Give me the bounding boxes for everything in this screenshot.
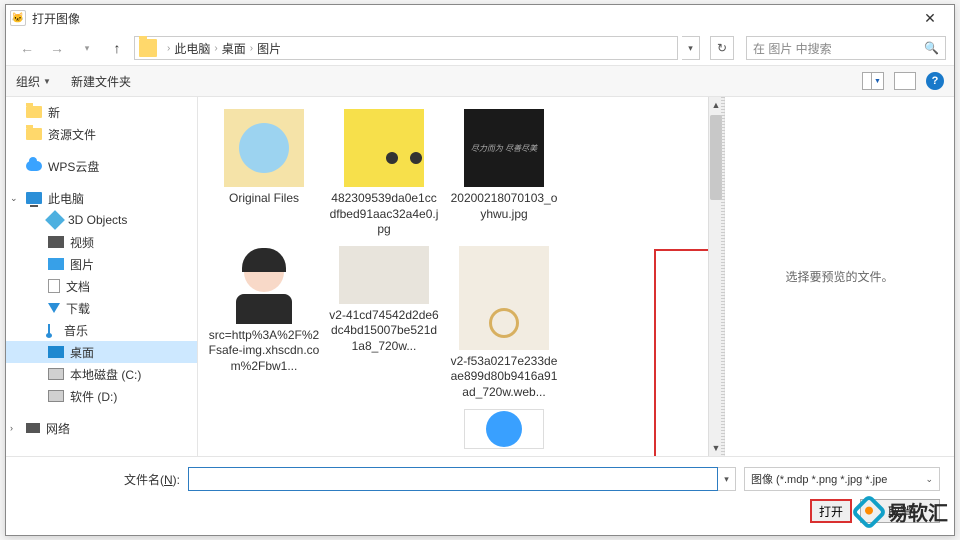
nav-row: ← → ▾ ↑ › 此电脑 › 桌面 › 图片 ▾ ↻ 在 图片 中搜索 🔍 [6, 31, 954, 65]
cloud-icon [26, 161, 42, 171]
new-folder-button[interactable]: 新建文件夹 [71, 73, 131, 90]
recent-dropdown-icon[interactable]: ▾ [74, 35, 100, 61]
tree-item-downloads[interactable]: 下载 [6, 297, 197, 319]
help-icon[interactable]: ? [926, 72, 944, 90]
tree-item-this-pc[interactable]: ⌄此电脑 [6, 187, 197, 209]
preview-pane: 选择要预览的文件。 [724, 97, 954, 456]
network-icon [26, 423, 40, 433]
file-item[interactable]: v2-41cd74542d2de6dc4bd15007be521d1a8_720… [324, 242, 444, 405]
file-item[interactable]: 尽力而为 尽善尽美 20200218070103_oyhwu.jpg [444, 105, 564, 242]
file-name: v2-f53a0217e233deae899d80b9416a91ad_720w… [448, 354, 560, 401]
folder-icon [26, 128, 42, 140]
file-item[interactable]: v2-f53a0217e233deae899d80b9416a91ad_720w… [444, 242, 564, 405]
toolbar: 组织▼ 新建文件夹 ▼ ? [6, 65, 954, 97]
search-icon: 🔍 [924, 41, 939, 55]
tree-item-documents[interactable]: 文档 [6, 275, 197, 297]
folder-icon [139, 39, 157, 57]
thumbnail [464, 409, 544, 449]
nav-tree[interactable]: 新 资源文件 WPS云盘 ⌄此电脑 3D Objects 视频 图片 文档 下载… [6, 97, 198, 456]
thumbnail [344, 109, 424, 187]
image-icon [48, 258, 64, 270]
tree-item-network[interactable]: ›网络 [6, 417, 197, 439]
desktop-icon [48, 346, 64, 358]
organize-menu[interactable]: 组织▼ [16, 73, 51, 90]
view-mode-button[interactable]: ▼ [862, 72, 884, 90]
file-name: 20200218070103_oyhwu.jpg [448, 191, 560, 222]
pc-icon [26, 192, 42, 204]
tree-item-resources[interactable]: 资源文件 [6, 123, 197, 145]
crumb-pc[interactable]: 此电脑 [174, 40, 210, 57]
filename-label: 文件名(N): [124, 471, 180, 488]
disk-icon [48, 368, 64, 380]
disk-icon [48, 390, 64, 402]
file-name: 482309539da0e1ccdfbed91aac32a4e0.jpg [328, 191, 440, 238]
collapse-icon[interactable]: ⌄ [10, 193, 18, 204]
file-name: src=http%3A%2F%2Fsafe-img.xhscdn.com%2Fb… [208, 328, 320, 375]
close-button[interactable]: ✕ [910, 6, 950, 30]
thumbnail: 尽力而为 尽善尽美 [464, 109, 544, 187]
crumb-pictures[interactable]: 图片 [257, 40, 281, 57]
preview-empty-text: 选择要预览的文件。 [785, 268, 893, 285]
thumbnail [224, 246, 304, 324]
back-button[interactable]: ← [14, 35, 40, 61]
tree-item-videos[interactable]: 视频 [6, 231, 197, 253]
cancel-button[interactable]: 取消 [860, 499, 940, 523]
titlebar: 🐱 打开图像 ✕ [6, 5, 954, 31]
tree-item-new[interactable]: 新 [6, 101, 197, 123]
app-icon: 🐱 [10, 10, 26, 26]
tree-item-3d-objects[interactable]: 3D Objects [6, 209, 197, 231]
breadcrumb[interactable]: › 此电脑 › 桌面 › 图片 [134, 36, 678, 60]
music-icon [48, 324, 58, 336]
tree-item-music[interactable]: 音乐 [6, 319, 197, 341]
file-item[interactable]: Original Files [204, 105, 324, 242]
search-input[interactable]: 在 图片 中搜索 🔍 [746, 36, 946, 60]
forward-button: → [44, 35, 70, 61]
open-button[interactable]: 打开 [810, 499, 852, 523]
dialog-body: 新 资源文件 WPS云盘 ⌄此电脑 3D Objects 视频 图片 文档 下载… [6, 97, 954, 456]
file-grid[interactable]: Original Files 482309539da0e1ccdfbed91aa… [198, 97, 724, 456]
path-history-dropdown[interactable]: ▾ [682, 36, 700, 60]
download-icon [48, 303, 60, 313]
3d-icon [45, 210, 65, 230]
folder-icon [26, 106, 42, 118]
file-name: v2-41cd74542d2de6dc4bd15007be521d1a8_720… [328, 308, 440, 355]
tree-item-disk-d[interactable]: 软件 (D:) [6, 385, 197, 407]
chevron-right-icon: › [250, 43, 253, 54]
document-icon [48, 279, 60, 293]
filename-history-dropdown[interactable]: ▾ [718, 467, 736, 491]
file-item[interactable] [444, 405, 564, 456]
footer: 文件名(N): ▾ 图像 (*.mdp *.png *.jpg *.jpe⌄ 打… [6, 456, 954, 535]
tree-item-disk-c[interactable]: 本地磁盘 (C:) [6, 363, 197, 385]
file-type-filter[interactable]: 图像 (*.mdp *.png *.jpg *.jpe⌄ [744, 467, 940, 491]
window-title: 打开图像 [32, 10, 910, 27]
expand-icon[interactable]: › [10, 423, 13, 433]
file-name: Original Files [229, 191, 299, 207]
up-button[interactable]: ↑ [104, 35, 130, 61]
chevron-down-icon: ⌄ [925, 474, 933, 485]
thumbnail [224, 109, 304, 187]
preview-pane-button[interactable] [894, 72, 916, 90]
chevron-right-icon: › [214, 43, 217, 54]
thumbnail [339, 246, 429, 304]
filename-input[interactable] [188, 467, 718, 491]
search-placeholder: 在 图片 中搜索 [753, 40, 832, 57]
tree-item-wps-cloud[interactable]: WPS云盘 [6, 155, 197, 177]
refresh-button[interactable]: ↻ [710, 36, 734, 60]
chevron-right-icon: › [167, 43, 170, 54]
crumb-desktop[interactable]: 桌面 [222, 40, 246, 57]
tree-item-desktop[interactable]: 桌面 [6, 341, 197, 363]
chevron-down-icon: ▼ [43, 77, 51, 86]
file-item[interactable]: src=http%3A%2F%2Fsafe-img.xhscdn.com%2Fb… [204, 242, 324, 405]
thumbnail [459, 246, 549, 350]
tree-item-pictures[interactable]: 图片 [6, 253, 197, 275]
file-item[interactable]: 482309539da0e1ccdfbed91aac32a4e0.jpg [324, 105, 444, 242]
video-icon [48, 236, 64, 248]
open-file-dialog: 🐱 打开图像 ✕ ← → ▾ ↑ › 此电脑 › 桌面 › 图片 ▾ ↻ 在 图… [5, 4, 955, 536]
